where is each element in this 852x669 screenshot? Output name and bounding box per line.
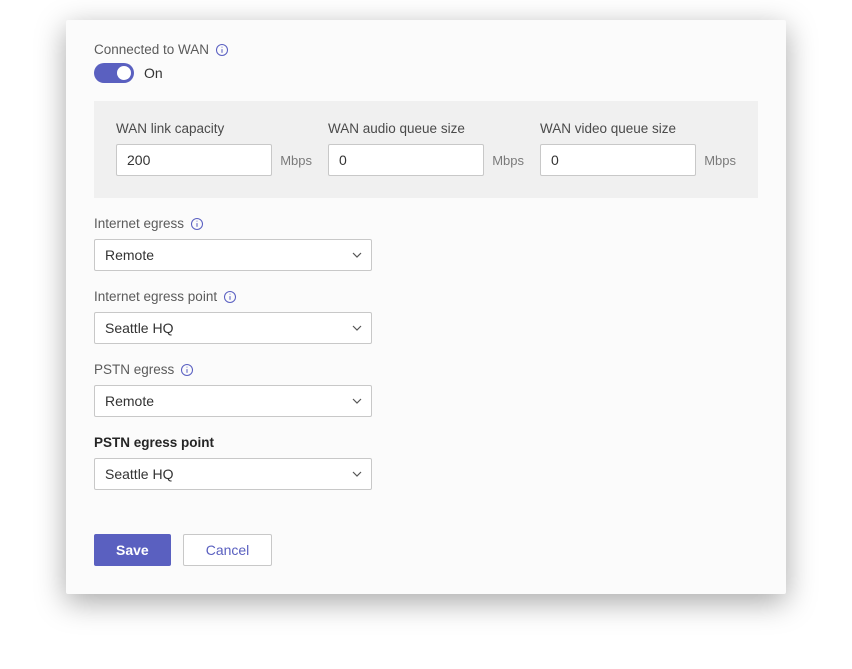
- internet-egress-point-label: Internet egress point: [94, 289, 217, 304]
- internet-egress-point-value: Seattle HQ: [105, 320, 173, 336]
- pstn-egress-select[interactable]: Remote: [94, 385, 372, 417]
- wan-audio-queue-input[interactable]: [328, 144, 484, 176]
- internet-egress-point-select[interactable]: Seattle HQ: [94, 312, 372, 344]
- wan-link-capacity-unit: Mbps: [280, 153, 312, 168]
- connected-header: Connected to WAN: [94, 42, 758, 57]
- internet-egress-select[interactable]: Remote: [94, 239, 372, 271]
- wan-audio-queue-unit: Mbps: [492, 153, 524, 168]
- pstn-egress-value: Remote: [105, 393, 154, 409]
- wan-settings-box: WAN link capacity Mbps WAN audio queue s…: [94, 101, 758, 198]
- connected-toggle-state: On: [144, 65, 163, 81]
- connected-toggle[interactable]: [94, 63, 134, 83]
- wan-video-queue-field: WAN video queue size Mbps: [540, 121, 736, 176]
- info-icon[interactable]: [215, 43, 229, 57]
- settings-panel: Connected to WAN On WAN link capacity Mb…: [66, 20, 786, 594]
- save-button[interactable]: Save: [94, 534, 171, 566]
- internet-egress-value: Remote: [105, 247, 154, 263]
- wan-video-queue-label: WAN video queue size: [540, 121, 736, 136]
- cancel-button[interactable]: Cancel: [183, 534, 273, 566]
- wan-audio-queue-label: WAN audio queue size: [328, 121, 524, 136]
- internet-egress-group: Internet egress Remote: [94, 216, 758, 271]
- pstn-egress-group: PSTN egress Remote: [94, 362, 758, 417]
- connected-toggle-row: On: [94, 63, 758, 83]
- info-icon[interactable]: [190, 217, 204, 231]
- wan-link-capacity-label: WAN link capacity: [116, 121, 312, 136]
- internet-egress-label: Internet egress: [94, 216, 184, 231]
- internet-egress-point-group: Internet egress point Seattle HQ: [94, 289, 758, 344]
- pstn-egress-point-select[interactable]: Seattle HQ: [94, 458, 372, 490]
- pstn-egress-point-group: PSTN egress point Seattle HQ: [94, 435, 758, 490]
- wan-link-capacity-input[interactable]: [116, 144, 272, 176]
- info-icon[interactable]: [180, 363, 194, 377]
- pstn-egress-label: PSTN egress: [94, 362, 174, 377]
- info-icon[interactable]: [223, 290, 237, 304]
- wan-video-queue-input[interactable]: [540, 144, 696, 176]
- pstn-egress-point-label: PSTN egress point: [94, 435, 214, 450]
- wan-audio-queue-field: WAN audio queue size Mbps: [328, 121, 524, 176]
- toggle-knob: [117, 66, 131, 80]
- wan-video-queue-unit: Mbps: [704, 153, 736, 168]
- connected-label: Connected to WAN: [94, 42, 209, 57]
- wan-link-capacity-field: WAN link capacity Mbps: [116, 121, 312, 176]
- pstn-egress-point-value: Seattle HQ: [105, 466, 173, 482]
- button-row: Save Cancel: [94, 534, 758, 566]
